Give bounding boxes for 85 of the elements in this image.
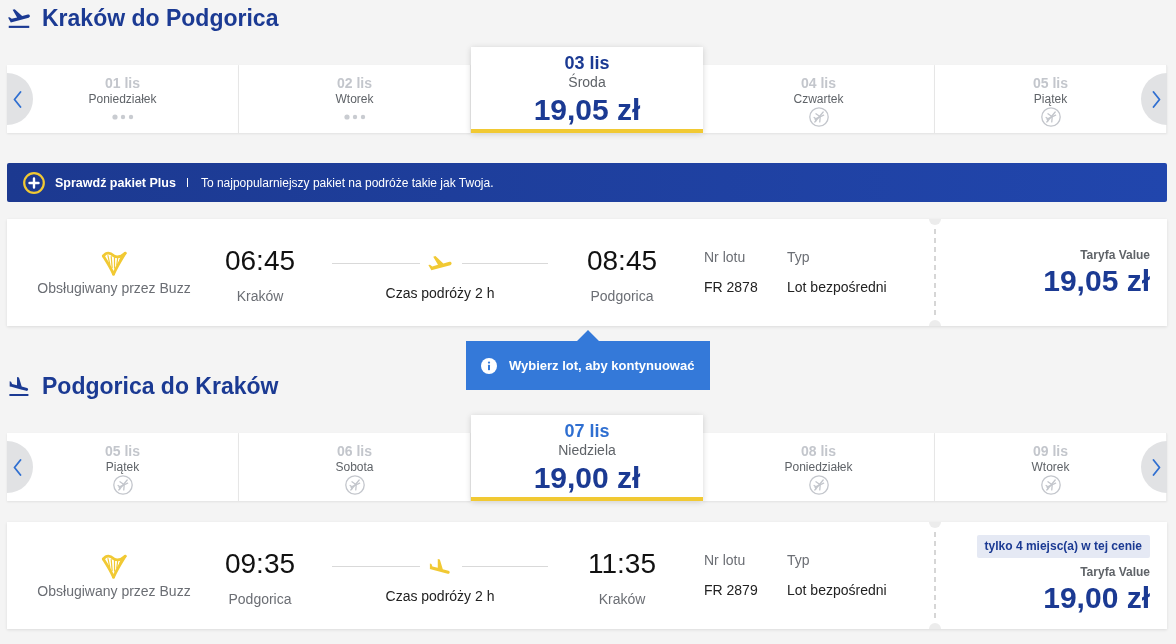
loading-dots-icon (343, 114, 366, 120)
date-tab[interactable]: 05 lis Piątek (7, 433, 239, 501)
promo-title: Sprawdź pakiet Plus (55, 175, 176, 190)
crossed-plane-icon (1040, 107, 1061, 127)
duration-text: Czas podróży 2 h (385, 587, 495, 605)
date-label: 03 lis (564, 52, 610, 73)
harp-icon (101, 250, 127, 276)
date-label: 07 lis (564, 420, 610, 442)
chevron-left-icon (13, 90, 22, 108)
crossed-plane-icon (808, 107, 829, 127)
crossed-plane-icon (112, 475, 133, 495)
date-tab[interactable]: 05 lis Piątek (935, 65, 1167, 133)
date-label: 08 lis (801, 442, 836, 460)
arrival-city: Podgorica (590, 287, 654, 305)
date-label: 04 lis (801, 74, 836, 92)
crossed-plane-icon (344, 475, 365, 495)
weekday-label: Poniedziałek (784, 460, 853, 474)
date-label: 02 lis (337, 74, 372, 92)
date-label: 05 lis (1033, 74, 1068, 92)
tooltip-text: Wybierz lot, aby kontynuować (509, 358, 695, 373)
departure-city: Kraków (236, 287, 284, 305)
date-tab[interactable]: 02 lis Wtorek (239, 65, 471, 133)
chevron-right-icon (1152, 90, 1161, 108)
date-label: 09 lis (1033, 442, 1068, 460)
weekday-label: Niedziela (558, 442, 616, 458)
departure-time: 06:45 (224, 245, 296, 277)
flight-number: FR 2878 (704, 278, 758, 296)
date-tab[interactable]: 07 lis Niedziela 19,00 zł (471, 415, 703, 501)
plus-circle-icon (23, 171, 45, 194)
weekday-label: Piątek (105, 460, 140, 474)
operator-text: Obsługiwany przez Buzz (37, 582, 191, 600)
duration-text: Czas podróży 2 h (385, 284, 495, 302)
flight-number-label: Nr lotu (704, 248, 746, 266)
plane-takeoff-icon (8, 8, 30, 28)
date-tab[interactable]: 01 lis Poniedziałek (7, 65, 239, 133)
route-title: Podgorica do Kraków (42, 372, 279, 401)
chevron-right-icon (1152, 458, 1161, 476)
fare-price: 19,00 zł (1043, 580, 1150, 616)
arrival-time: 11:35 (588, 548, 656, 580)
promo-banner[interactable]: Sprawdź pakiet Plus To najpopularniejszy pakiet na podróże takie jak Twoja. (7, 163, 1167, 202)
date-tab[interactable]: 04 lis Czwartek (703, 65, 935, 133)
weekday-label: Wtorek (335, 92, 374, 106)
crossed-plane-icon (808, 475, 829, 495)
plane-icon (428, 558, 452, 574)
weekday-label: Czwartek (793, 92, 844, 106)
departure-city: Podgorica (228, 590, 292, 608)
date-tab[interactable]: 09 lis Wtorek (935, 433, 1167, 501)
weekday-label: Piątek (1033, 92, 1068, 106)
fare-price: 19,05 zł (1043, 262, 1150, 299)
weekday-label: Środa (568, 74, 606, 90)
loading-dots-icon (111, 114, 134, 120)
operator-text: Obsługiwany przez Buzz (37, 279, 191, 297)
date-label: 05 lis (105, 442, 140, 460)
date-tab[interactable]: 06 lis Sobota (239, 433, 471, 501)
weekday-label: Poniedziałek (88, 92, 157, 106)
tab-price: 19,00 zł (533, 460, 641, 496)
route-title: Kraków do Podgorica (42, 4, 279, 33)
fare-label: Taryfa Value (1080, 246, 1150, 263)
weekday-label: Sobota (335, 460, 374, 474)
flight-type-label: Typ (787, 248, 810, 266)
date-tab[interactable]: 03 lis Środa 19,05 zł (471, 47, 703, 133)
flight-type: Lot bezpośredni (787, 278, 887, 296)
flight-number-label: Nr lotu (704, 551, 746, 569)
flight-type: Lot bezpośredni (787, 581, 887, 599)
date-tab[interactable]: 08 lis Poniedziałek (703, 433, 935, 501)
info-icon (481, 357, 497, 374)
crossed-plane-icon (1040, 475, 1061, 495)
arrival-time: 08:45 (586, 245, 658, 277)
date-label: 06 lis (337, 442, 372, 460)
flight-card[interactable]: Obsługiwany przez Buzz 09:35 Podgorica Czas podróży 2 h 11:35 Kraków Nr lotu FR 2879 Typ Lot bezpośredni tylko 4 miejsc(a) w tej cenie Taryfa Value 19,00 zł (7, 522, 1167, 629)
chevron-left-icon (13, 458, 22, 476)
harp-icon (101, 553, 127, 579)
plane-landing-icon (8, 376, 30, 396)
promo-text: To najpopularniejszy pakiet na podróże takie jak Twoja. (200, 175, 494, 190)
departure-time: 09:35 (224, 548, 296, 580)
fare-label: Taryfa Value (1080, 564, 1150, 580)
date-label: 01 lis (105, 74, 140, 92)
tab-price: 19,05 zł (533, 92, 641, 128)
flight-number: FR 2879 (704, 581, 758, 599)
arrival-city: Kraków (598, 590, 646, 608)
plane-icon (428, 255, 452, 271)
weekday-label: Wtorek (1031, 460, 1070, 474)
flight-type-label: Typ (787, 551, 810, 569)
flight-card[interactable]: Obsługiwany przez Buzz 06:45 Kraków Czas podróży 2 h 08:45 Podgorica Nr lotu FR 2878 Typ Lot bezpośredni Taryfa Value 19,05 zł (7, 219, 1167, 326)
seats-badge: tylko 4 miejsc(a) w tej cenie (976, 535, 1150, 558)
